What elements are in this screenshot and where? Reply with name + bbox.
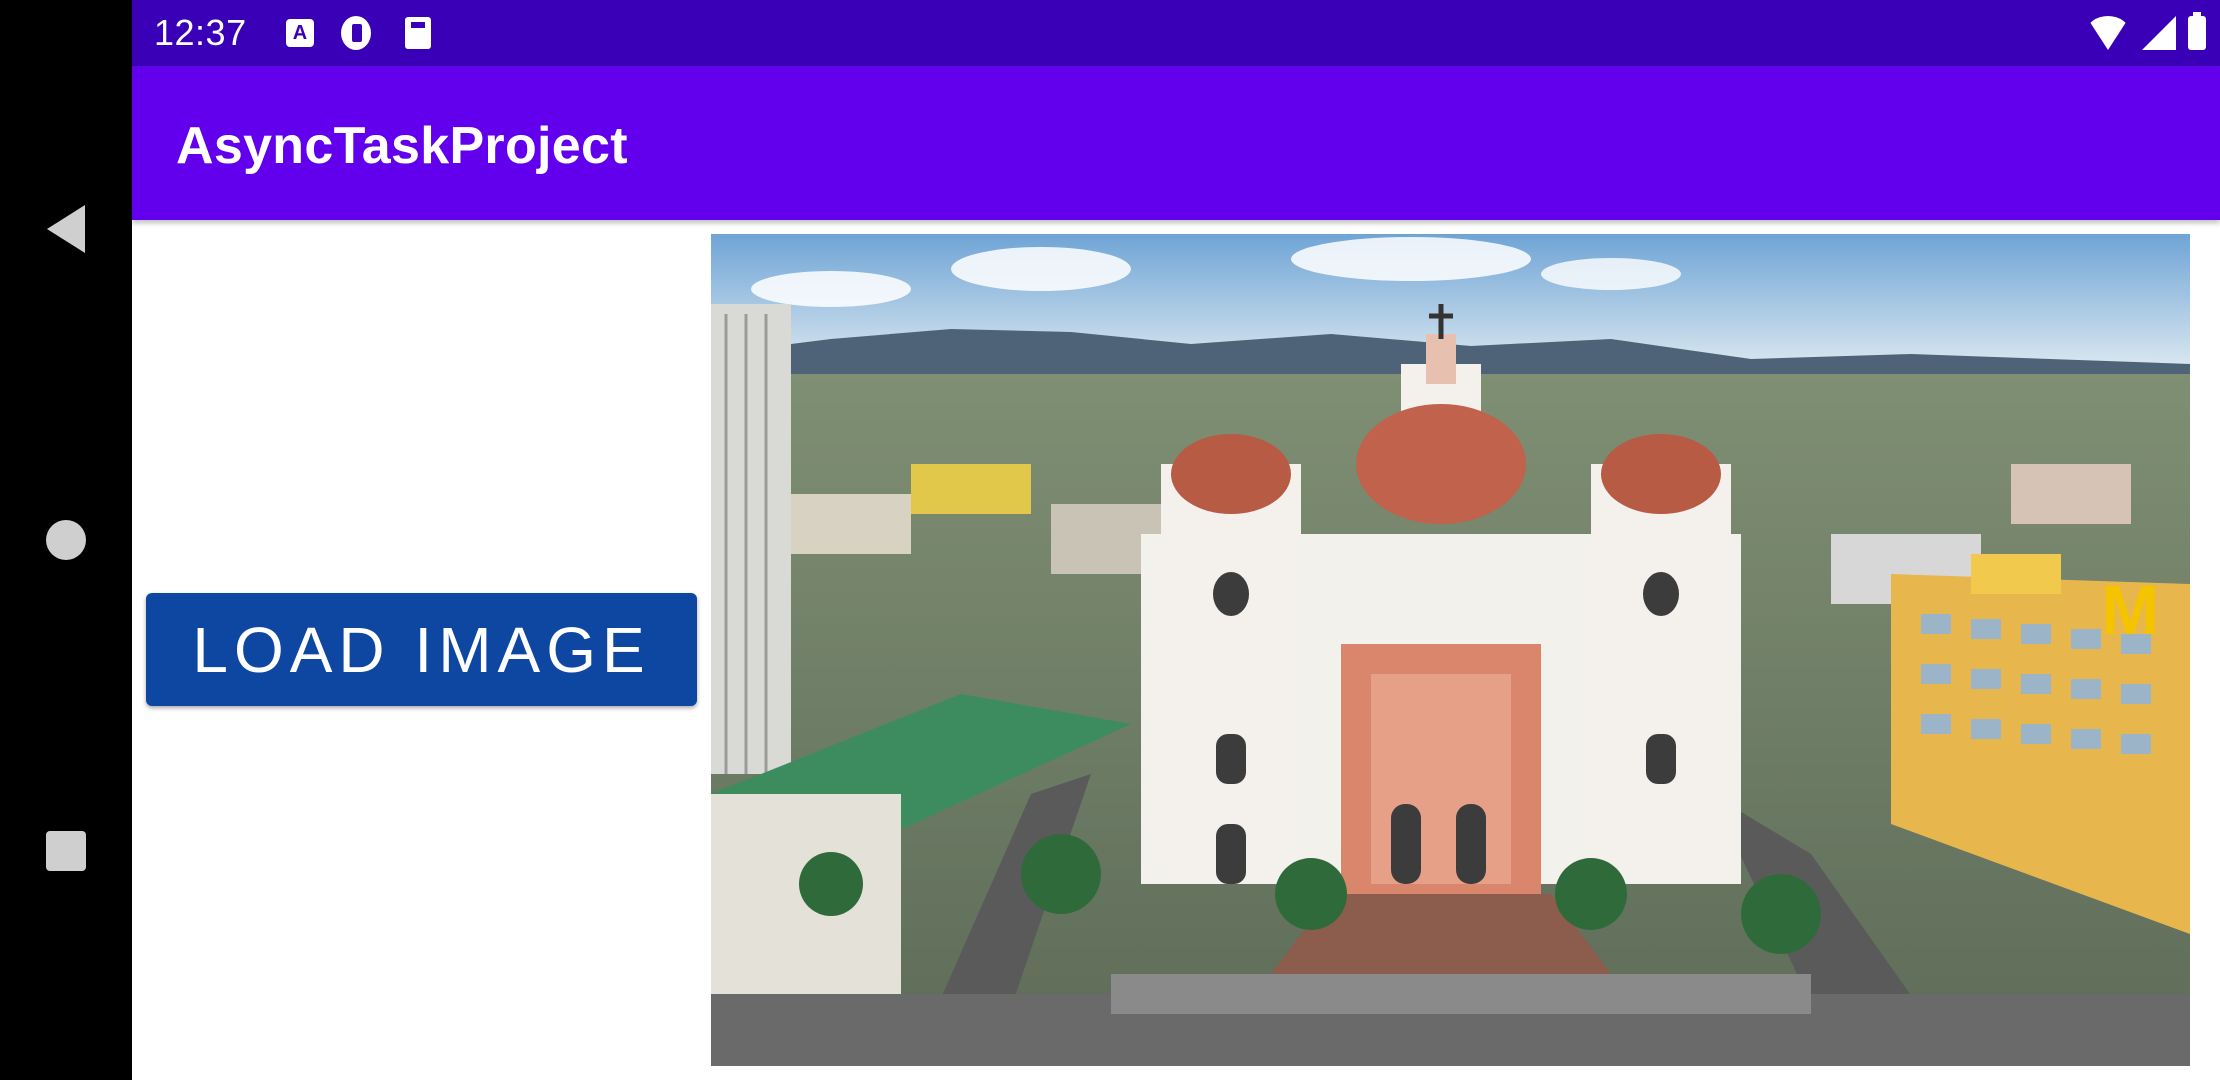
- cathedral-photo: M: [711, 234, 2190, 1066]
- load-image-button[interactable]: LOAD IMAGE: [146, 593, 697, 706]
- image-view: M: [711, 234, 2190, 1066]
- back-button[interactable]: [0, 163, 132, 295]
- r-circle-icon: [341, 16, 371, 50]
- status-time: 12:37: [154, 12, 247, 53]
- app-bar: AsyncTaskProject: [132, 66, 2220, 220]
- app-title: AsyncTaskProject: [176, 117, 628, 175]
- home-icon: [46, 520, 86, 560]
- status-bar: 12:37 A: [132, 0, 2220, 66]
- back-icon: [47, 205, 85, 253]
- wifi-icon: [2086, 16, 2130, 50]
- a-box-icon: A: [285, 17, 315, 49]
- sd-card-icon: [403, 17, 433, 49]
- home-button[interactable]: [0, 474, 132, 606]
- signal-icon: [2142, 16, 2176, 50]
- recents-icon: [46, 831, 86, 871]
- battery-icon: [2188, 12, 2206, 50]
- recents-button[interactable]: [0, 785, 132, 917]
- navigation-bar: [0, 0, 132, 1080]
- svg-text:M: M: [2101, 571, 2159, 649]
